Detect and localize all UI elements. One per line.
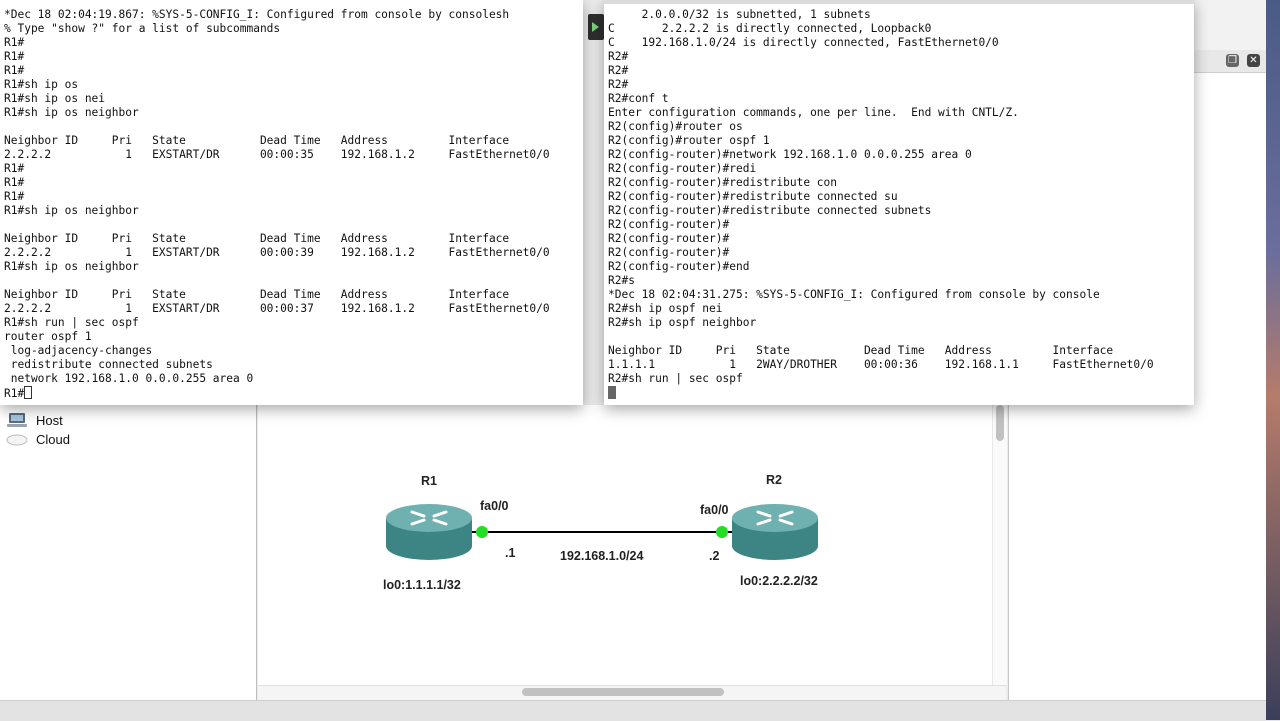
text-cursor [608, 386, 616, 399]
terminal-line: R2(config-router)# [608, 218, 730, 231]
r2-loopback-label: lo0:2.2.2.2/32 [740, 574, 818, 588]
text-cursor [24, 386, 33, 399]
terminal-line: % Type "show ?" for a list of subcommand… [4, 22, 281, 35]
router-r2-name: R2 [766, 473, 782, 487]
terminal-line: R1# [4, 50, 25, 63]
r1-host-octet: .1 [505, 546, 516, 560]
terminal-line: Neighbor ID Pri State Dead Time Address … [4, 232, 510, 245]
terminal-line: Neighbor ID Pri State Dead Time Address … [4, 288, 510, 301]
terminal-line: R1#sh ip os [4, 78, 79, 91]
terminal-line: R1#sh ip os neighbor [4, 106, 139, 119]
terminal-line: Enter configuration commands, one per li… [608, 106, 1019, 119]
terminal-line: 2.2.2.2 1 EXSTART/DR 00:00:35 192.168.1.… [4, 148, 550, 161]
r1-loopback-label: lo0:1.1.1.1/32 [383, 578, 461, 592]
terminal-output-r2: 2.0.0.0/32 is subnetted, 1 subnets C 2.2.… [604, 0, 1194, 400]
terminal-line: Neighbor ID Pri State Dead Time Address … [4, 134, 510, 147]
terminal-line: R1#sh ip os nei [4, 92, 106, 105]
terminal-line: network 192.168.1.0 0.0.0.255 area 0 [4, 372, 254, 385]
terminal-output-r1: *Dec 18 02:04:19.867: %SYS-5-CONFIG_I: C… [0, 0, 583, 400]
r1-interface-label: fa0/0 [480, 499, 509, 513]
terminal-line: 1.1.1.1 1 2WAY/DROTHER 00:00:36 192.168.… [608, 358, 1154, 371]
router-r2-icon[interactable] [732, 504, 818, 560]
terminal-line: R1#sh ip os neighbor [4, 204, 139, 217]
terminal-line: R1#sh ip os neighbor [4, 260, 139, 273]
terminal-prompt-line: R1# [4, 386, 583, 400]
terminal-line: R2(config-router)# [608, 246, 730, 259]
terminal-window-r1[interactable]: *Dec 18 02:04:19.867: %SYS-5-CONFIG_I: C… [0, 0, 583, 405]
terminal-line: *Dec 18 02:04:19.867: %SYS-5-CONFIG_I: C… [4, 8, 510, 21]
terminal-line: R2#sh ip ospf nei [608, 302, 723, 315]
router-r1-icon[interactable] [386, 504, 472, 560]
terminal-line: R2(config-router)#end [608, 260, 750, 273]
r2-host-octet: .2 [709, 549, 720, 563]
terminal-line: R2# [608, 64, 629, 77]
router-r1-name: R1 [421, 474, 437, 488]
terminal-app-icon[interactable] [588, 14, 604, 40]
terminal-r2-titlebar[interactable] [604, 0, 1194, 4]
terminal-line: R2(config)#router os [608, 120, 743, 133]
link-status-r2-dot [716, 526, 728, 538]
terminal-line: R2(config-router)#redistribute connected… [608, 190, 898, 203]
terminal-line: *Dec 18 02:04:31.275: %SYS-5-CONFIG_I: C… [608, 288, 1100, 301]
link-subnet-label: 192.168.1.0/24 [560, 549, 644, 563]
terminal-prompt-line [608, 386, 1194, 400]
terminal-line: C 192.168.1.0/24 is directly connected, … [608, 36, 999, 49]
r2-interface-label: fa0/0 [700, 503, 729, 517]
terminal-line: 2.2.2.2 1 EXSTART/DR 00:00:37 192.168.1.… [4, 302, 550, 315]
terminal-line: R2(config)#router ospf 1 [608, 134, 770, 147]
terminal-line: R2#s [608, 274, 635, 287]
terminal-line: 2.0.0.0/32 is subnetted, 1 subnets [608, 8, 871, 21]
terminal-line: R2(config-router)#redistribute connected… [608, 204, 932, 217]
link-status-r1-dot [476, 526, 488, 538]
terminal-line: 2.2.2.2 1 EXSTART/DR 00:00:39 192.168.1.… [4, 246, 550, 259]
terminal-line: Neighbor ID Pri State Dead Time Address … [608, 344, 1114, 357]
terminal-window-r2[interactable]: 2.0.0.0/32 is subnetted, 1 subnets C 2.2.… [604, 0, 1194, 405]
terminal-line: R2(config-router)#network 192.168.1.0 0.… [608, 148, 972, 161]
terminal-line: R2# [608, 50, 629, 63]
terminal-line: R1#sh run | sec ospf [4, 316, 139, 329]
terminal-line: R2(config-router)#redi [608, 162, 757, 175]
terminal-line: R2# [608, 78, 629, 91]
terminal-line: R2#sh ip ospf neighbor [608, 316, 757, 329]
terminal-line: C 2.2.2.2 is directly connected, Loopbac… [608, 22, 932, 35]
terminal-line: R2#sh run | sec ospf [608, 372, 743, 385]
terminal-line: router ospf 1 [4, 330, 92, 343]
terminal-line: R1# [4, 64, 25, 77]
terminal-line: R1# [4, 162, 25, 175]
status-bar [0, 700, 1266, 721]
terminal-line: R2#conf t [608, 92, 669, 105]
terminal-line: R1# [4, 190, 25, 203]
terminal-line: R1# [4, 36, 25, 49]
terminal-line: log-adjacency-changes [4, 344, 153, 357]
terminal-line: redistribute connected subnets [4, 358, 213, 371]
terminal-line: R1# [4, 176, 25, 189]
terminal-line: R2(config-router)#redistribute con [608, 176, 838, 189]
terminal-line: R2(config-router)# [608, 232, 730, 245]
